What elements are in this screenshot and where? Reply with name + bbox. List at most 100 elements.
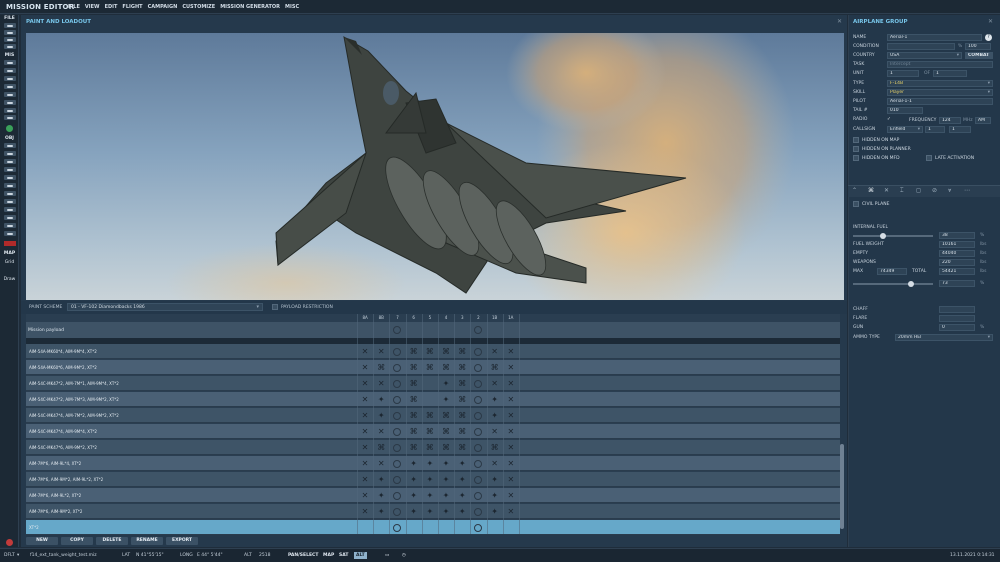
new-loadout-button[interactable]: NEW	[26, 537, 58, 545]
table-scrollbar[interactable]	[840, 344, 844, 534]
mission-tool-3[interactable]	[4, 76, 16, 81]
sidewinder-weapon-icon[interactable]: ✕	[360, 459, 370, 469]
add-zone-button[interactable]	[4, 191, 16, 196]
menu-edit[interactable]: EDIT	[105, 4, 118, 10]
help-icon[interactable]: ?	[985, 34, 992, 41]
sparrow-weapon-icon[interactable]: ✦	[457, 507, 467, 517]
hidden-on-planner-checkbox[interactable]	[853, 146, 859, 152]
phoenix-weapon-icon[interactable]: ⌘	[425, 363, 435, 373]
sidewinder-weapon-icon[interactable]: ✕	[360, 507, 370, 517]
coalition-badge[interactable]: COMBAT	[965, 52, 993, 59]
sparrow-weapon-icon[interactable]: ✦	[441, 507, 451, 517]
sidewinder-weapon-icon[interactable]: ✕	[376, 347, 386, 357]
sidewinder-weapon-icon[interactable]: ✕	[506, 427, 516, 437]
sidewinder-weapon-icon[interactable]: ✕	[506, 363, 516, 373]
sparrow-weapon-icon[interactable]: ✦	[376, 507, 386, 517]
mission-tool-4[interactable]	[4, 84, 16, 89]
new-file-button[interactable]	[4, 23, 16, 28]
map-mode-button[interactable]: MAP	[321, 552, 336, 559]
more-tab-icon[interactable]: ⋯	[964, 187, 970, 194]
tail-input[interactable]: 010	[887, 107, 923, 114]
save-as-button[interactable]	[4, 44, 16, 49]
clock-icon[interactable]: ◷	[400, 552, 408, 559]
add-static-button[interactable]	[4, 175, 16, 180]
sidewinder-weapon-icon[interactable]: ✕	[360, 379, 370, 389]
sidewinder-weapon-icon[interactable]: ✕	[360, 347, 370, 357]
add-plane-button[interactable]	[4, 143, 16, 148]
internal-fuel-value[interactable]: 38	[939, 232, 975, 239]
summary-tab-icon[interactable]: ⌶	[900, 187, 904, 195]
phoenix-weapon-icon[interactable]: ⌘	[409, 443, 419, 453]
phoenix-weapon-icon[interactable]: ⌘	[441, 363, 451, 373]
phoenix-weapon-icon[interactable]: ⌘	[425, 427, 435, 437]
close-panel-icon[interactable]: ✕	[837, 18, 842, 25]
ammo-type-select[interactable]: 20mm HEI ▾	[895, 334, 993, 341]
radio-checkbox[interactable]: ✓	[887, 117, 891, 122]
country-select[interactable]: USA ▾	[887, 52, 962, 59]
mode-indicator[interactable]: DFLT	[4, 553, 15, 558]
condition-slider[interactable]	[887, 43, 955, 50]
phoenix-weapon-icon[interactable]: ⌘	[425, 411, 435, 421]
targets-tab-icon[interactable]: ◻	[916, 187, 921, 194]
triggers-tab-icon[interactable]: ✕	[884, 187, 889, 194]
mission-payload-row[interactable]	[26, 322, 840, 338]
phoenix-weapon-icon[interactable]: ⌘	[490, 363, 500, 373]
sparrow-weapon-icon[interactable]: ✦	[425, 459, 435, 469]
phoenix-weapon-icon[interactable]: ⌘	[425, 347, 435, 357]
modulation-select[interactable]: AM	[975, 117, 991, 124]
menu-view[interactable]: VIEW	[85, 4, 100, 10]
internal-fuel-slider[interactable]	[853, 235, 933, 237]
options-tab-icon[interactable]: ⊘	[932, 187, 937, 194]
sparrow-weapon-icon[interactable]: ✦	[376, 395, 386, 405]
sparrow-weapon-icon[interactable]: ✦	[457, 459, 467, 469]
add-unit-button[interactable]	[4, 215, 16, 220]
menu-campaign[interactable]: CAMPAIGN	[148, 4, 178, 10]
sidewinder-weapon-icon[interactable]: ✕	[490, 459, 500, 469]
menu-customize[interactable]: CUSTOMIZE	[182, 4, 215, 10]
sidewinder-weapon-icon[interactable]: ✕	[506, 395, 516, 405]
sparrow-weapon-icon[interactable]: ✦	[425, 507, 435, 517]
sidewinder-weapon-icon[interactable]: ✕	[506, 491, 516, 501]
phoenix-weapon-icon[interactable]: ⌘	[457, 427, 467, 437]
mission-tool-6[interactable]	[4, 100, 16, 105]
sidewinder-weapon-icon[interactable]: ✕	[506, 443, 516, 453]
waypoints-tab-icon[interactable]: ⩔	[948, 187, 951, 195]
sparrow-weapon-icon[interactable]: ✦	[376, 411, 386, 421]
add-template-button[interactable]	[4, 207, 16, 212]
sparrow-weapon-icon[interactable]: ✦	[457, 475, 467, 485]
phoenix-weapon-icon[interactable]: ⌘	[457, 443, 467, 453]
loadout-row[interactable]: AIM-54C-MK47*2, AIM-7M*3, AIM-9M*2, XT*2	[26, 392, 840, 407]
phoenix-weapon-icon[interactable]: ⌘	[409, 347, 419, 357]
condition-value[interactable]: 100	[965, 43, 991, 50]
frequency-input[interactable]: 124	[939, 117, 961, 124]
phoenix-weapon-icon[interactable]: ⌘	[409, 379, 419, 389]
paint-scheme-select[interactable]: 01 - VF-102 Diamondbacks 1986 ▾	[67, 303, 263, 311]
sparrow-weapon-icon[interactable]: ✦	[490, 475, 500, 485]
callsign-number-a[interactable]: 1	[925, 126, 945, 133]
add-group-button[interactable]	[4, 231, 16, 236]
pilot-input[interactable]: Aerial-1-1	[887, 98, 993, 105]
mission-tool-2[interactable]	[4, 68, 16, 73]
map-draw-button[interactable]: Draw	[0, 277, 19, 282]
menu-file[interactable]: FILE	[68, 4, 80, 10]
sat-mode-button[interactable]: SAT	[337, 552, 350, 559]
add-helicopter-button[interactable]	[4, 151, 16, 156]
callsign-number-b[interactable]: 1	[949, 126, 971, 133]
pan-select-button[interactable]: PAN/SELECT	[286, 552, 320, 559]
sparrow-weapon-icon[interactable]: ✦	[490, 411, 500, 421]
unit-total-stepper[interactable]: 1	[933, 70, 967, 77]
sparrow-weapon-icon[interactable]: ✦	[441, 475, 451, 485]
phoenix-weapon-icon[interactable]: ⌘	[457, 379, 467, 389]
civil-plane-checkbox[interactable]	[853, 201, 859, 207]
gun-input[interactable]: 0	[939, 324, 975, 331]
phoenix-weapon-icon[interactable]: ⌘	[441, 443, 451, 453]
phoenix-weapon-icon[interactable]: ⌘	[409, 363, 419, 373]
sparrow-weapon-icon[interactable]: ✦	[490, 507, 500, 517]
skill-select[interactable]: Player ▾	[887, 89, 993, 96]
phoenix-weapon-icon[interactable]: ⌘	[441, 347, 451, 357]
alt-mode-button[interactable]: ALT	[354, 552, 367, 559]
mission-tool-1[interactable]	[4, 60, 16, 65]
phoenix-weapon-icon[interactable]: ⌘	[376, 363, 386, 373]
delete-loadout-button[interactable]: DELETE	[96, 537, 128, 545]
phoenix-weapon-icon[interactable]: ⌘	[490, 443, 500, 453]
